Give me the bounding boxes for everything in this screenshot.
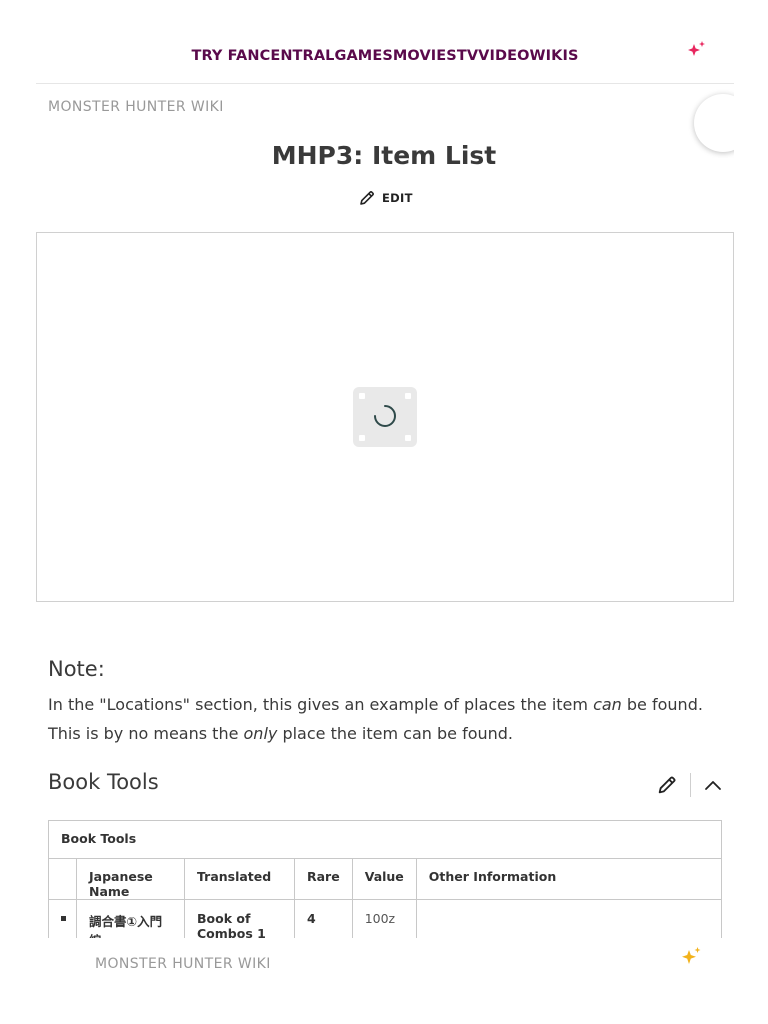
pencil-icon	[360, 191, 374, 205]
nav-link-games[interactable]: GAMES	[334, 48, 392, 64]
table-cell-bullet	[48, 899, 77, 938]
spinner-icon	[374, 405, 396, 427]
book-tools-table: Book Tools Japanese Name Translated Rare…	[48, 820, 722, 938]
nav-link-tv[interactable]: TV	[457, 48, 478, 64]
book-tools-table-container[interactable]: Book Tools Japanese Name Translated Rare…	[48, 820, 722, 938]
table-cell-rare: 4	[294, 899, 353, 938]
note-line-2: This is by no means the only place the i…	[48, 724, 514, 743]
edit-label: EDIT	[382, 191, 413, 205]
chevron-up-icon[interactable]	[703, 775, 723, 795]
table-caption-row: Book Tools	[48, 820, 722, 859]
edit-button[interactable]: EDIT	[358, 188, 413, 208]
table-row: 調合書①入門編 Book of Combos 1 4 100z	[48, 899, 722, 938]
section-heading-book-tools: Book Tools	[48, 770, 159, 794]
wiki-name[interactable]: MONSTER HUNTER WIKI	[48, 99, 224, 115]
top-navigation: TRY FANCENTRALGAMESMOVIESTVVIDEOWIKIS	[36, 36, 734, 84]
section-edit-pencil-icon[interactable]	[656, 774, 678, 796]
note-text: In the "Locations" section, this gives a…	[48, 690, 728, 748]
table-cell-value: 100z	[351, 899, 417, 938]
nav-link-movies[interactable]: MOVIES	[393, 48, 457, 64]
table-cell-other-information	[415, 899, 722, 938]
table-header-bullet	[48, 858, 77, 900]
bullet-icon	[61, 916, 66, 921]
section-tools	[656, 772, 723, 798]
table-header-other-information: Other Information	[415, 858, 722, 900]
table-caption: Book Tools	[48, 820, 722, 859]
section-tools-divider	[690, 773, 691, 797]
page-title: MHP3: Item List	[271, 141, 497, 170]
nav-link-fancentral[interactable]: TRY FANCENTRAL	[191, 48, 334, 64]
table-header-value: Value	[351, 858, 417, 900]
video-loading-icon	[353, 387, 417, 447]
footer-wiki-name[interactable]: MONSTER HUNTER WIKI	[95, 956, 271, 972]
table-cell-translated: Book of Combos 1	[184, 899, 295, 938]
nav-link-video[interactable]: VIDEO	[478, 48, 529, 64]
nav-links: TRY FANCENTRALGAMESMOVIESTVVIDEOWIKIS	[36, 48, 734, 64]
note-line-1: In the "Locations" section, this gives a…	[48, 695, 703, 714]
table-header-translated: Translated	[184, 858, 295, 900]
note-heading: Note:	[48, 657, 105, 681]
table-header-japanese-name: Japanese Name	[76, 858, 185, 900]
table-header-row: Japanese Name Translated Rare Value Othe…	[48, 858, 722, 900]
table-header-rare: Rare	[294, 858, 353, 900]
nav-link-wikis[interactable]: WIKIS	[530, 48, 579, 64]
sparkle-icon[interactable]	[680, 944, 704, 966]
table-cell-japanese-name: 調合書①入門編	[76, 899, 185, 938]
sparkle-icon[interactable]	[686, 38, 708, 60]
video-player[interactable]	[36, 232, 734, 602]
